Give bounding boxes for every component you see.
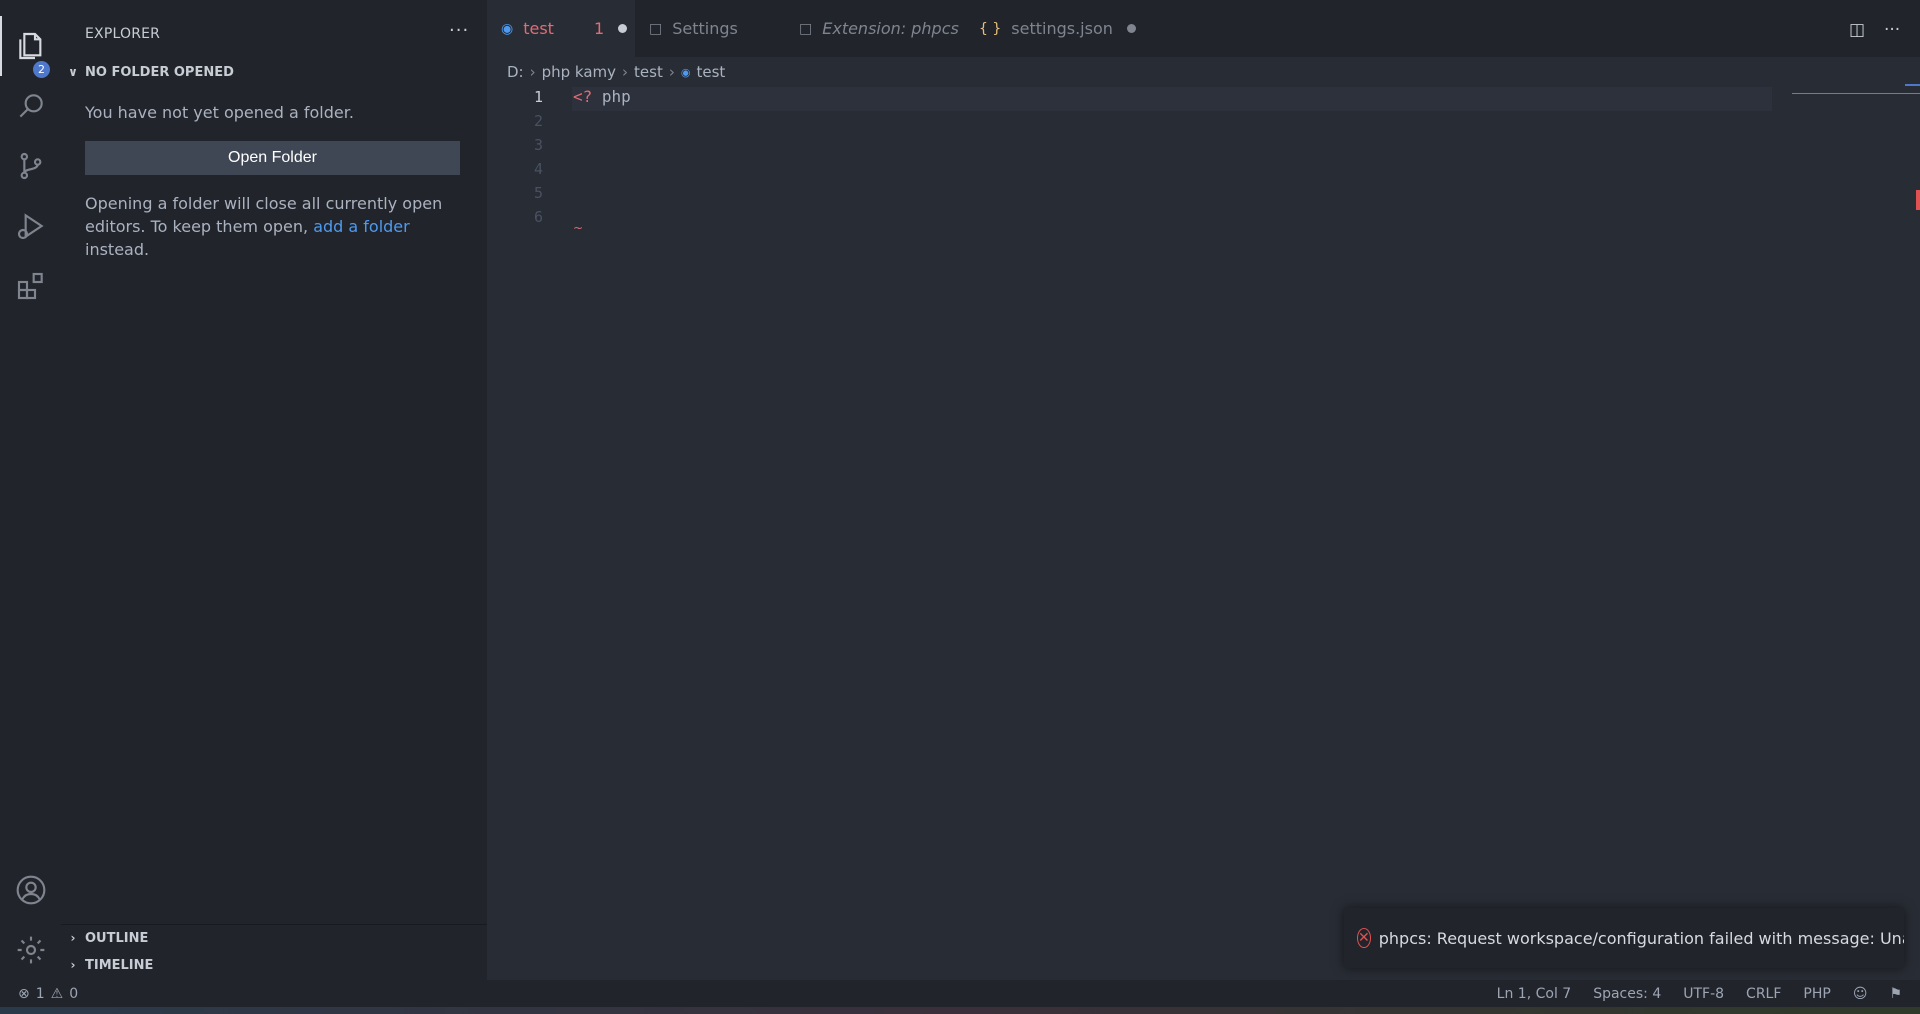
encoding[interactable]: UTF-8	[1683, 986, 1724, 1002]
tab-settings[interactable]: □ Settings	[635, 0, 785, 57]
account-icon	[16, 875, 45, 905]
php-open-tag: <?	[573, 87, 593, 106]
editor-tab-bar: ◉ test 1 □ Settings □ Extension: phpcs {…	[487, 0, 1920, 57]
explorer-button[interactable]: 2	[0, 16, 61, 78]
json-icon: { }	[979, 20, 1002, 37]
tab-test[interactable]: ◉ test 1	[487, 0, 635, 57]
folder-info-text: Opening a folder will close all currentl…	[85, 192, 465, 261]
chevron-right-icon: ›	[622, 63, 629, 81]
breadcrumb-item[interactable]: php kamy	[542, 63, 616, 81]
chevron-right-icon: ›	[529, 63, 536, 81]
breadcrumb: D: › php kamy › test › ◉ test	[507, 62, 725, 82]
indentation[interactable]: Spaces: 4	[1593, 986, 1661, 1002]
error-count: 1	[35, 985, 45, 1002]
php-keyword: php	[592, 87, 631, 106]
overview-ruler-error-marker[interactable]	[1916, 190, 1920, 210]
source-control-button[interactable]	[0, 136, 61, 196]
explorer-sidebar: EXPLORER ··· ∨ NO FOLDER OPENED You have…	[61, 0, 487, 980]
file-icon: □	[649, 20, 663, 37]
line-number: 3	[533, 136, 543, 154]
php-icon: ◉	[501, 20, 514, 37]
line-number: 1	[533, 88, 543, 106]
feedback-icon[interactable]: ☺	[1853, 986, 1868, 1002]
code-line-1[interactable]: <? php	[573, 87, 631, 106]
extensions-icon	[17, 272, 43, 300]
unsaved-dot-icon[interactable]	[618, 24, 628, 33]
php-icon: ◉	[680, 65, 691, 79]
more-actions-icon[interactable]: ···	[449, 20, 469, 41]
warning-count: 0	[69, 985, 79, 1002]
add-folder-link[interactable]: add a folder	[313, 217, 410, 236]
run-debug-button[interactable]	[0, 196, 61, 256]
chevron-down-icon: ∨	[68, 65, 78, 79]
error-squiggle: ~	[573, 221, 584, 235]
split-editor-icon[interactable]: ◫	[1849, 20, 1865, 40]
error-icon: ⊗	[18, 985, 30, 1002]
language-mode[interactable]: PHP	[1803, 986, 1830, 1002]
no-folder-section-header[interactable]: ∨ NO FOLDER OPENED	[61, 60, 487, 84]
tab-extension-phpcs[interactable]: □ Extension: phpcs	[785, 0, 965, 57]
extensions-button[interactable]	[0, 256, 61, 316]
breadcrumb-item[interactable]: test	[696, 63, 725, 81]
end-of-line[interactable]: CRLF	[1746, 986, 1781, 1002]
error-icon: ✕	[1357, 928, 1371, 948]
status-bar: ⊗ 1 ⚠ 0 Ln 1, Col 7 Spaces: 4 UTF-8 CRLF…	[0, 980, 1920, 1007]
line-number: 4	[533, 160, 543, 178]
section-title: NO FOLDER OPENED	[85, 64, 234, 80]
current-line-highlight	[572, 87, 1772, 111]
notification-text: phpcs: Request workspace/configuration f…	[1378, 928, 1904, 948]
run-debug-icon	[17, 213, 44, 240]
problems-indicator[interactable]: ⊗ 1 ⚠ 0	[18, 986, 78, 1002]
file-icon: □	[799, 20, 813, 37]
manage-button[interactable]	[0, 920, 61, 980]
search-icon	[19, 94, 43, 118]
cursor-position[interactable]: Ln 1, Col 7	[1497, 986, 1572, 1002]
tab-label: settings.json	[1011, 19, 1113, 38]
more-actions-icon[interactable]: ···	[1884, 20, 1900, 40]
outline-section-header[interactable]: › OUTLINE	[61, 926, 487, 950]
files-icon	[18, 32, 41, 60]
breadcrumb-item[interactable]: D:	[507, 63, 524, 81]
tab-label: Settings	[672, 19, 738, 38]
problem-count: 1	[593, 19, 605, 38]
search-button[interactable]	[0, 76, 61, 136]
tab-label: Extension: phpcs	[822, 19, 959, 38]
empty-folder-message: You have not yet opened a folder.	[85, 103, 354, 122]
taskbar-edge	[0, 1007, 1920, 1014]
outline-label: OUTLINE	[85, 930, 149, 946]
line-number: 6	[533, 208, 543, 226]
status-bar-right: Ln 1, Col 7 Spaces: 4 UTF-8 CRLF PHP ☺ ⚑	[1497, 986, 1902, 1002]
error-notification[interactable]: ✕ phpcs: Request workspace/configuration…	[1344, 908, 1904, 968]
info-text-part2: instead.	[85, 240, 150, 259]
chevron-right-icon: ›	[70, 931, 76, 945]
warning-icon: ⚠	[50, 985, 64, 1002]
scrollbar-top-indicator	[1905, 84, 1920, 86]
code-editor[interactable]: 1 2 3 4 5 6 <? php ~	[487, 84, 1920, 980]
chevron-right-icon: ›	[70, 958, 76, 972]
accounts-button[interactable]	[0, 860, 61, 920]
notifications-bell-icon[interactable]: ⚑	[1889, 986, 1902, 1002]
line-number: 2	[533, 112, 543, 130]
gear-icon	[17, 936, 44, 964]
unsaved-dot-icon[interactable]	[1126, 24, 1136, 33]
chevron-right-icon: ›	[668, 63, 675, 81]
activity-bar: 2	[0, 0, 61, 980]
sidebar-title: EXPLORER	[85, 26, 161, 42]
overview-ruler-error-line	[1792, 93, 1920, 94]
open-folder-button[interactable]: Open Folder	[85, 141, 460, 175]
source-control-icon	[20, 152, 41, 180]
line-number: 5	[533, 184, 543, 202]
timeline-label: TIMELINE	[85, 957, 154, 973]
tab-settings-json[interactable]: { } settings.json	[965, 0, 1140, 57]
timeline-section-header[interactable]: › TIMELINE	[61, 953, 487, 977]
breadcrumb-item[interactable]: test	[634, 63, 663, 81]
tab-label: test	[523, 19, 554, 38]
